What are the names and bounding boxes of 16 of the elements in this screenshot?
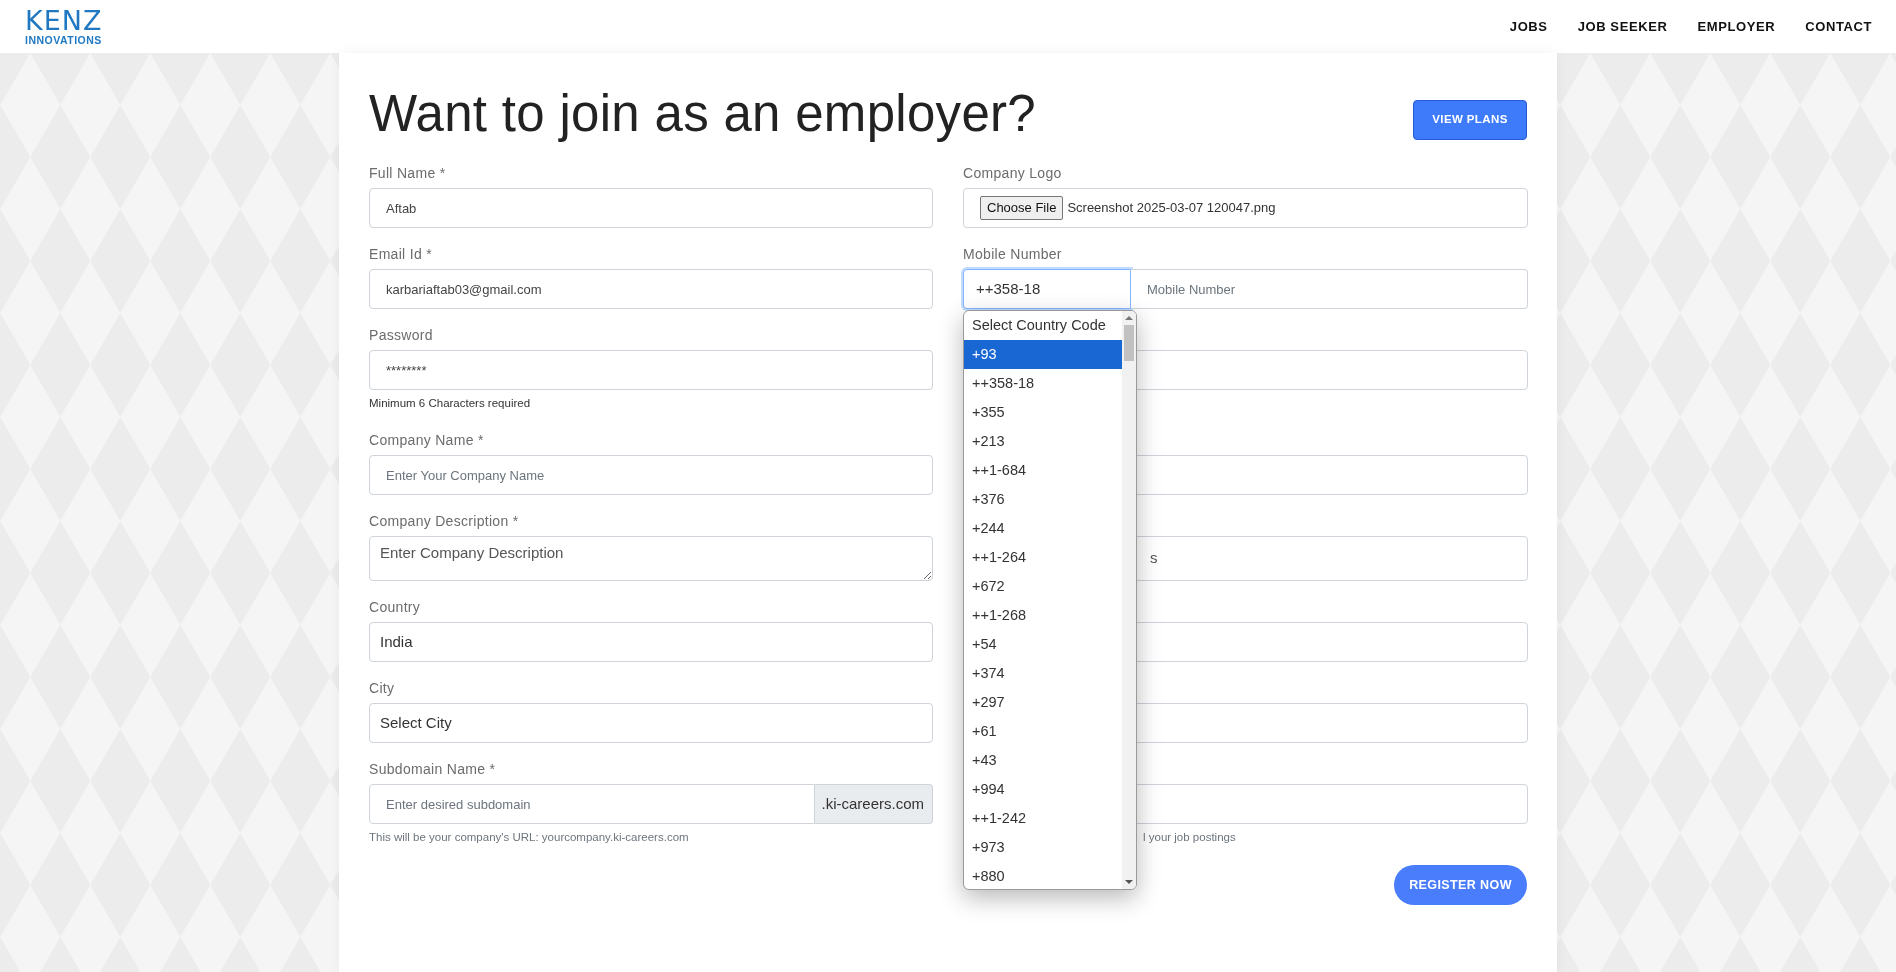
helper-text: This will be your company's URL: yourcompany.ki-careers.com	[369, 830, 689, 846]
field-label: City	[369, 679, 396, 698]
field-label: Company Description *	[369, 512, 520, 531]
field-label: Password	[369, 326, 434, 345]
field-label: Company Logo	[963, 164, 1063, 183]
field-label: Subdomain Name *	[369, 760, 497, 779]
helper-text: Minimum 6 Characters required	[369, 396, 531, 412]
helper-text: l your job postings	[1143, 830, 1236, 846]
field-label: Mobile Number	[963, 245, 1063, 264]
field-label: Email Id *	[369, 245, 433, 264]
field-label: Full Name *	[369, 164, 447, 183]
page-title: Want to join as an employer?	[369, 84, 1037, 144]
field-label: Country	[369, 598, 422, 617]
field-label: Company Name *	[369, 431, 485, 450]
file-name: Screenshot 2025-03-07 120047.png	[1067, 199, 1276, 218]
domain-suffix: .ki-careers.com	[815, 784, 933, 825]
